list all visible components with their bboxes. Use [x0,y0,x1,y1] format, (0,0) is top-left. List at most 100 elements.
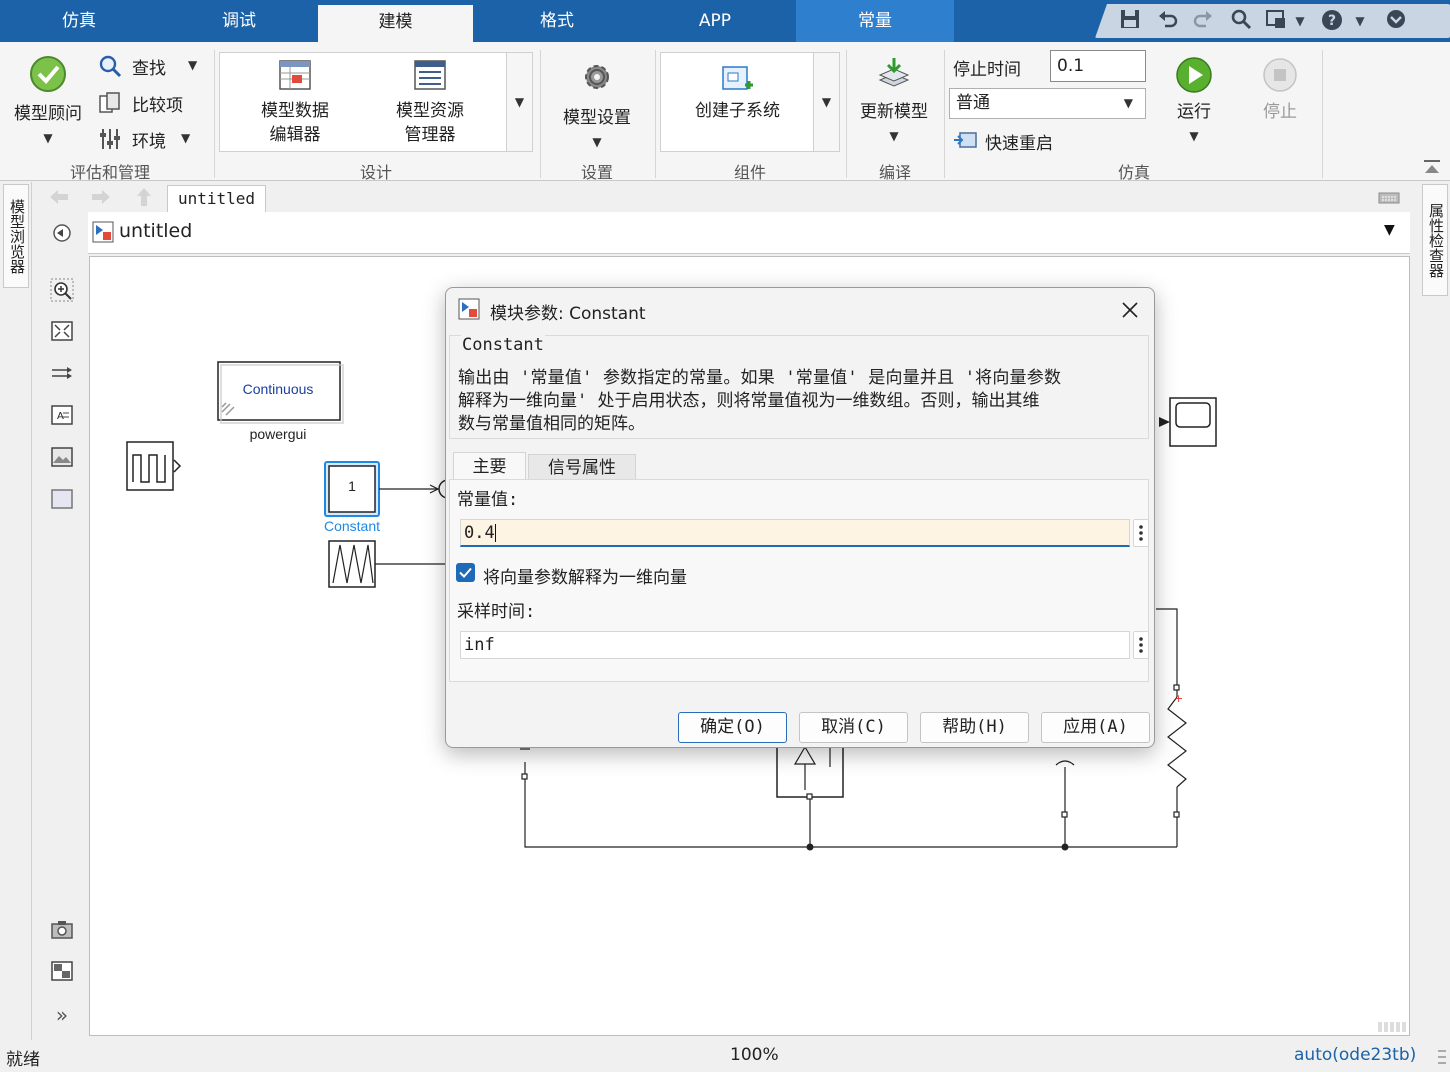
ok-button[interactable]: 确定(O) [678,712,787,743]
tab-modeling[interactable]: 建模 [318,5,473,42]
chevron-down-icon[interactable]: ▼ [1347,8,1373,34]
update-model-icon [878,58,910,87]
hide-explorer-icon[interactable] [50,222,74,244]
area-icon[interactable] [50,488,74,510]
zoom-in-icon[interactable] [50,278,74,302]
model-browser-tab[interactable]: 模型浏览器 [3,184,29,288]
environment-button[interactable]: 环境 ▼ [98,125,208,153]
stop-icon [1263,58,1297,92]
compare-button[interactable]: 比较项 [98,89,208,117]
sample-time-input[interactable]: inf [460,631,1130,659]
navigation-row: untitled [38,182,1410,212]
image-icon[interactable] [50,446,74,468]
solver-link[interactable]: auto(ode23tb) [1294,1045,1416,1065]
up-arrow-icon[interactable] [134,186,154,208]
tab-constant[interactable]: 常量 [796,0,954,42]
repeating-sequence-block[interactable] [328,540,376,588]
chevron-down-icon: ▼ [592,135,602,149]
create-subsystem-button[interactable]: 创建子系统 [675,63,800,123]
group-separator [1322,50,1323,178]
zoom-level[interactable]: 100% [730,1045,779,1065]
tab-debug[interactable]: 调试 [160,0,318,42]
check-circle-icon [30,56,66,92]
expand-palette-icon[interactable]: » [50,1004,74,1026]
scope-block[interactable] [1159,397,1217,447]
cancel-button[interactable]: 取消(C) [799,712,908,743]
model-icon [92,221,114,243]
minimize-ribbon-icon[interactable] [1383,8,1409,34]
model-explorer-icon [414,60,446,90]
camera-icon[interactable] [50,918,74,940]
chevron-down-icon: ▼ [43,131,53,145]
model-data-icon[interactable] [50,960,74,982]
chevron-down-icon[interactable]: ▼ [1384,222,1395,238]
stop-button[interactable]: 停止 [1248,56,1312,124]
keyboard-icon[interactable] [1378,190,1400,204]
svg-text:?: ? [1328,13,1336,29]
interpret-vector-checkbox[interactable] [456,563,475,582]
compare-icon [99,92,120,113]
size-grip-icon[interactable] [1436,1048,1448,1070]
status-text: 就绪 [6,1050,40,1070]
update-model-button[interactable]: 更新模型 ▼ [852,56,936,148]
apply-button[interactable]: 应用(A) [1041,712,1150,743]
chevron-down-icon[interactable]: ▼ [1287,8,1313,34]
subsystem-icon [721,66,753,90]
find-button[interactable]: 查找 ▼ [98,52,208,80]
model-advisor-button[interactable]: 模型顾问 ▼ [8,54,88,150]
model-settings-button[interactable]: 模型设置 ▼ [555,60,639,154]
component-gallery: 创建子系统 ▼ [660,52,840,152]
gear-icon [585,65,609,89]
model-data-editor-button[interactable]: 模型数据 编辑器 [240,59,350,147]
undo-icon[interactable] [1155,8,1181,34]
pulse-generator-block[interactable] [126,441,182,491]
chevron-down-icon: ▼ [821,95,832,109]
annotation-icon[interactable]: A [50,404,74,426]
help-icon[interactable]: ? [1319,8,1345,34]
right-side-strip: 属性检查器 [1420,182,1450,1040]
tab-apps[interactable]: APP [636,0,794,42]
model-advisor-label: 模型顾问 [14,104,82,124]
block-dialog-icon [458,298,480,320]
left-side-strip: 模型浏览器 [0,182,32,1040]
forward-arrow-icon[interactable] [90,187,112,207]
model-explorer-button[interactable]: 模型资源 管理器 [375,59,485,147]
more-options-icon[interactable] [1133,519,1149,547]
group-label-simulation: 仿真 [1117,163,1150,182]
fast-restart-icon [954,132,977,148]
tab-main[interactable]: 主要 [453,452,526,480]
tab-format[interactable]: 格式 [478,0,636,42]
ribbon: 模型顾问 ▼ 查找 ▼ 比较项 环境 ▼ 评估和管理 模型数据 编辑器 模型资源… [0,42,1450,182]
data-editor-icon [279,60,311,90]
back-arrow-icon[interactable] [48,187,70,207]
powergui-label: powergui [249,426,307,442]
constant-value-input[interactable]: 0.4 [460,519,1130,547]
description-group-title: Constant [461,335,545,355]
close-icon[interactable] [1116,296,1144,324]
stop-time-input[interactable]: 0.1 [1050,50,1146,82]
fast-restart-button[interactable]: 快速重启 [953,127,1103,155]
fit-to-view-icon[interactable] [50,320,74,342]
simulation-mode-select[interactable]: 普通 ▼ [949,88,1146,119]
breadcrumb-tab[interactable]: untitled [167,185,267,212]
redo-icon[interactable] [1190,8,1216,34]
collapse-ribbon-icon[interactable] [1422,158,1442,176]
signal-arrows-icon[interactable] [50,362,74,384]
save-icon[interactable] [1117,8,1143,34]
constant-label[interactable]: Constant [312,518,392,534]
search-icon[interactable] [1228,8,1254,34]
property-inspector-tab[interactable]: 属性检查器 [1422,184,1448,296]
run-button[interactable]: 运行 ▼ [1158,56,1230,148]
model-name[interactable]: untitled [119,220,192,242]
gallery-expand-button[interactable]: ▼ [813,53,839,151]
tab-simulation[interactable]: 仿真 [0,0,158,42]
help-button[interactable]: 帮助(H) [920,712,1029,743]
interpret-vector-label[interactable]: 将向量参数解释为一维向量 [483,563,687,588]
gallery-expand-button[interactable]: ▼ [506,53,532,151]
tab-signal-attributes[interactable]: 信号属性 [528,454,636,480]
window-layout-icon[interactable] [1263,8,1289,34]
constant-value-label: 常量值: [457,490,519,510]
description-line-1: 输出由 '常量值' 参数指定的常量。如果 '常量值' 是向量并且 '将向量参数 [458,368,1062,388]
more-options-icon[interactable] [1133,631,1149,659]
resize-grip-icon[interactable] [1378,1019,1408,1033]
